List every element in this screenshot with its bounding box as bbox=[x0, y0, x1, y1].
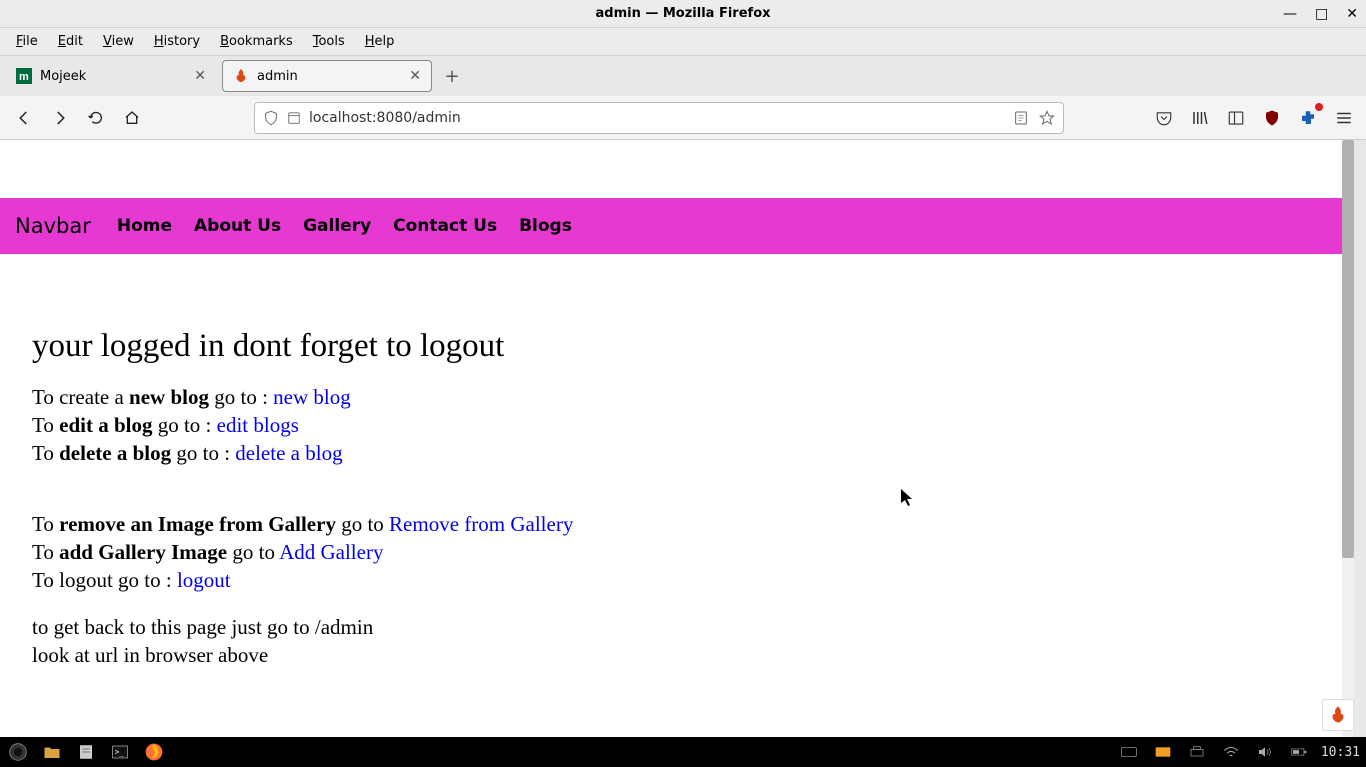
tab-close-icon[interactable]: ✕ bbox=[409, 68, 421, 84]
tray-keyboard-icon[interactable] bbox=[1117, 740, 1141, 764]
nav-reload-button[interactable] bbox=[82, 104, 110, 132]
toolbar: localhost:8080/admin bbox=[0, 96, 1366, 140]
svg-text:m: m bbox=[19, 71, 29, 83]
page-info-icon[interactable] bbox=[287, 111, 301, 125]
delete-blog-line: To delete a blog go to : delete a blog bbox=[32, 439, 1322, 467]
edit-blogs-link[interactable]: edit blogs bbox=[217, 413, 299, 437]
tray-battery-icon[interactable] bbox=[1287, 740, 1311, 764]
ublock-icon[interactable] bbox=[1260, 106, 1284, 130]
page-navbar: Navbar Home About Us Gallery Contact Us … bbox=[0, 198, 1354, 254]
tray-wifi-icon[interactable] bbox=[1219, 740, 1243, 764]
navbar-brand[interactable]: Navbar bbox=[15, 214, 91, 238]
hamburger-menu-icon[interactable] bbox=[1332, 106, 1356, 130]
create-blog-line: To create a new blog go to : new blog bbox=[32, 383, 1322, 411]
tab-close-icon[interactable]: ✕ bbox=[194, 68, 206, 84]
add-gallery-link[interactable]: Add Gallery bbox=[279, 540, 383, 564]
reader-mode-icon[interactable] bbox=[1013, 110, 1029, 126]
scrollbar-thumb[interactable] bbox=[1342, 140, 1354, 558]
menu-edit[interactable]: Edit bbox=[50, 30, 91, 53]
window-minimize-button[interactable]: — bbox=[1283, 6, 1297, 22]
window-title: admin — Mozilla Firefox bbox=[595, 6, 770, 21]
footer-line-2: look at url in browser above bbox=[32, 641, 1322, 669]
edit-blog-line: To edit a blog go to : edit blogs bbox=[32, 411, 1322, 439]
window-close-button[interactable]: ✕ bbox=[1346, 6, 1358, 22]
footer-line-1: to get back to this page just go to /adm… bbox=[32, 613, 1322, 641]
page-body: your logged in dont forget to logout To … bbox=[0, 254, 1354, 709]
logout-link[interactable]: logout bbox=[177, 568, 231, 592]
nav-link-blogs[interactable]: Blogs bbox=[519, 216, 572, 236]
tab-label: Mojeek bbox=[40, 69, 86, 84]
tray-volume-icon[interactable] bbox=[1253, 740, 1277, 764]
nav-link-contact[interactable]: Contact Us bbox=[393, 216, 497, 236]
taskbar-clock[interactable]: 10:31 bbox=[1321, 745, 1360, 760]
nav-back-button[interactable] bbox=[10, 104, 38, 132]
bookmark-star-icon[interactable] bbox=[1039, 110, 1055, 126]
svg-text:>_: >_ bbox=[115, 747, 125, 756]
start-menu-icon[interactable] bbox=[6, 740, 30, 764]
new-tab-button[interactable]: + bbox=[438, 62, 466, 90]
nav-link-about[interactable]: About Us bbox=[194, 216, 281, 236]
tab-bar: m Mojeek ✕ admin ✕ + bbox=[0, 56, 1366, 96]
remove-gallery-line: To remove an Image from Gallery go to Re… bbox=[32, 510, 1322, 538]
tray-display-icon[interactable] bbox=[1151, 740, 1175, 764]
nav-link-home[interactable]: Home bbox=[117, 216, 172, 236]
sidebar-toggle-icon[interactable] bbox=[1224, 106, 1248, 130]
nav-link-gallery[interactable]: Gallery bbox=[303, 216, 371, 236]
text-editor-icon[interactable] bbox=[74, 740, 98, 764]
file-manager-icon[interactable] bbox=[40, 740, 64, 764]
extension-icon[interactable] bbox=[1296, 106, 1320, 130]
window-maximize-button[interactable]: □ bbox=[1315, 6, 1328, 22]
tray-printer-icon[interactable] bbox=[1185, 740, 1209, 764]
tab-label: admin bbox=[257, 69, 298, 84]
viewport-scrollbar[interactable] bbox=[1342, 140, 1354, 737]
terminal-icon[interactable]: >_ bbox=[108, 740, 132, 764]
viewport: Navbar Home About Us Gallery Contact Us … bbox=[0, 140, 1354, 737]
new-blog-link[interactable]: new blog bbox=[273, 385, 351, 409]
remove-gallery-link[interactable]: Remove from Gallery bbox=[389, 512, 573, 536]
menu-bookmarks[interactable]: Bookmarks bbox=[212, 30, 301, 53]
taskbar-system-tray: 10:31 bbox=[1117, 740, 1360, 764]
tab-admin[interactable]: admin ✕ bbox=[222, 60, 432, 92]
codeigniter-favicon-icon bbox=[233, 68, 249, 84]
page-heading: your logged in dont forget to logout bbox=[32, 324, 1322, 369]
window-controls: — □ ✕ bbox=[1283, 6, 1358, 22]
codeigniter-debug-badge[interactable] bbox=[1322, 699, 1354, 731]
menu-tools[interactable]: Tools bbox=[305, 30, 353, 53]
nav-home-button[interactable] bbox=[118, 104, 146, 132]
toolbar-right bbox=[1152, 106, 1356, 130]
menu-history[interactable]: History bbox=[146, 30, 208, 53]
tab-mojeek[interactable]: m Mojeek ✕ bbox=[6, 60, 216, 92]
delete-blog-link[interactable]: delete a blog bbox=[235, 441, 342, 465]
logout-line: To logout go to : logout bbox=[32, 566, 1322, 594]
firefox-taskbar-icon[interactable] bbox=[142, 740, 166, 764]
shield-icon[interactable] bbox=[263, 110, 279, 126]
menubar: File Edit View History Bookmarks Tools H… bbox=[0, 28, 1366, 56]
pocket-icon[interactable] bbox=[1152, 106, 1176, 130]
add-gallery-line: To add Gallery Image go to Add Gallery bbox=[32, 538, 1322, 566]
library-icon[interactable] bbox=[1188, 106, 1212, 130]
nav-forward-button[interactable] bbox=[46, 104, 74, 132]
page-top-spacer bbox=[0, 140, 1354, 198]
menu-help[interactable]: Help bbox=[357, 30, 403, 53]
window-titlebar: admin — Mozilla Firefox — □ ✕ bbox=[0, 0, 1366, 28]
menu-view[interactable]: View bbox=[95, 30, 142, 53]
url-text[interactable]: localhost:8080/admin bbox=[309, 110, 1005, 126]
url-bar[interactable]: localhost:8080/admin bbox=[254, 102, 1064, 134]
mojeek-favicon-icon: m bbox=[16, 68, 32, 84]
menu-file[interactable]: File bbox=[8, 30, 46, 53]
taskbar: >_ 10:31 bbox=[0, 737, 1366, 767]
